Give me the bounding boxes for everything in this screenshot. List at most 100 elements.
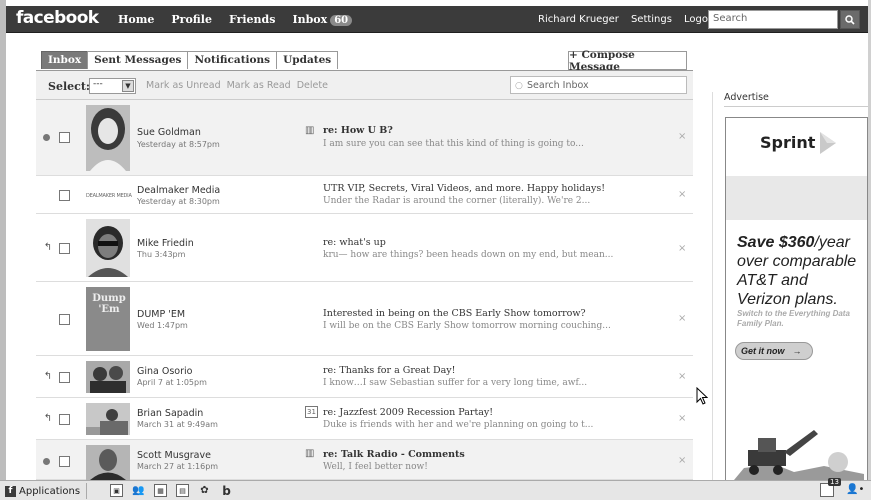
tab-notifications[interactable]: Notifications bbox=[187, 51, 278, 69]
message-row[interactable]: ↰ Brian Sapadin March 31 at 9:49am 31 re… bbox=[36, 398, 693, 440]
message-row[interactable]: DEALMAKER MEDIA Dealmaker Media Yesterda… bbox=[36, 176, 693, 214]
notes-icon[interactable]: ▤ bbox=[176, 484, 189, 497]
ad-headline: Save $360/year over comparable AT&T and … bbox=[737, 233, 865, 309]
delete-link[interactable]: Delete bbox=[297, 80, 328, 91]
avatar[interactable] bbox=[86, 219, 130, 277]
message-row[interactable]: Dump 'Em DUMP 'EM Wed 1:47pm Interested … bbox=[36, 282, 693, 356]
message-time: March 27 at 1:16pm bbox=[137, 462, 219, 471]
app-b-icon[interactable]: b bbox=[220, 484, 233, 498]
message-checkbox[interactable] bbox=[59, 314, 70, 325]
delete-message-icon[interactable]: × bbox=[678, 189, 686, 200]
message-subject[interactable]: re: How U B? bbox=[323, 125, 393, 136]
facebook-logo[interactable]: facebook bbox=[16, 8, 99, 28]
search-icon bbox=[845, 14, 855, 25]
select-dropdown[interactable]: --- ▼ bbox=[89, 78, 136, 94]
message-time: April 7 at 1:05pm bbox=[137, 378, 207, 387]
avatar[interactable] bbox=[86, 105, 130, 171]
gifts-icon[interactable]: ✿ bbox=[198, 484, 211, 497]
sprint-advertisement[interactable]: Sprint Save $360/year over comparable AT… bbox=[725, 117, 868, 481]
delete-message-icon[interactable]: × bbox=[678, 313, 686, 324]
online-friends-icon[interactable]: 👤• bbox=[846, 484, 864, 495]
message-row[interactable]: Sue Goldman Yesterday at 8:57pm ▥ re: Ho… bbox=[36, 100, 693, 176]
message-preview: I know…I saw Sebastian suffer for a very… bbox=[323, 378, 588, 388]
ad-cta-button[interactable]: Get it now → bbox=[735, 342, 813, 360]
user-name-link[interactable]: Richard Krueger bbox=[538, 14, 619, 25]
compose-message-button[interactable]: + Compose Message bbox=[568, 49, 687, 73]
groups-icon[interactable]: 👥 bbox=[132, 484, 145, 497]
account-links: Richard Krueger Settings Logout bbox=[538, 14, 718, 25]
delete-message-icon[interactable]: × bbox=[678, 413, 686, 424]
message-row[interactable]: ↰ Mike Friedin Thu 3:43pm re: what's up … bbox=[36, 214, 693, 282]
avatar-photo bbox=[86, 105, 130, 171]
top-navigation-bar: facebook Home Profile Friends Inbox 60 Ri… bbox=[6, 6, 868, 33]
bottom-chat-bar: f Applications ▣ 👥 ▦ ▤ ✿ b 13 👤• bbox=[0, 478, 871, 500]
avatar[interactable] bbox=[86, 361, 130, 393]
select-label: Select: bbox=[48, 80, 90, 93]
delete-message-icon[interactable]: × bbox=[678, 131, 686, 142]
mark-read-link[interactable]: Mark as Read bbox=[227, 80, 291, 91]
message-subject[interactable]: re: Jazzfest 2009 Recession Partay! bbox=[323, 407, 493, 418]
avatar-photo bbox=[86, 445, 130, 480]
nav-profile[interactable]: Profile bbox=[171, 13, 212, 26]
message-subject[interactable]: re: Talk Radio - Comments bbox=[323, 449, 465, 460]
delete-message-icon[interactable]: × bbox=[678, 455, 686, 466]
sender-name[interactable]: Sue Goldman bbox=[137, 127, 201, 138]
nav-friends[interactable]: Friends bbox=[229, 13, 275, 26]
reply-arrow-icon: ↰ bbox=[43, 242, 53, 253]
nav-home[interactable]: Home bbox=[118, 13, 154, 26]
settings-link[interactable]: Settings bbox=[631, 14, 672, 25]
message-subject[interactable]: Interested in being on the CBS Early Sho… bbox=[323, 308, 586, 319]
avatar-photo bbox=[86, 219, 130, 277]
ad-brand-name: Sprint bbox=[760, 133, 816, 152]
tab-inbox[interactable]: Inbox bbox=[41, 51, 89, 69]
calendar-icon: 31 bbox=[305, 406, 318, 418]
global-search-input[interactable]: Search bbox=[708, 10, 838, 29]
avatar-photo bbox=[86, 361, 130, 393]
message-checkbox[interactable] bbox=[59, 372, 70, 383]
nav-inbox[interactable]: Inbox 60 bbox=[292, 13, 353, 26]
inbox-search-input[interactable]: ○ Search Inbox bbox=[510, 76, 687, 94]
message-checkbox[interactable] bbox=[59, 456, 70, 467]
message-subject[interactable]: re: what's up bbox=[323, 237, 386, 248]
event-icon: ▥ bbox=[305, 125, 315, 136]
ad-headline-bold: Save $360 bbox=[737, 234, 815, 251]
bulk-actions: Mark as Unread Mark as Read Delete bbox=[146, 80, 328, 91]
advertise-link[interactable]: Advertise bbox=[724, 92, 868, 107]
sender-name[interactable]: Brian Sapadin bbox=[137, 408, 203, 419]
message-subject[interactable]: UTR VIP, Secrets, Viral Videos, and more… bbox=[323, 183, 605, 194]
message-preview: Well, I feel better now! bbox=[323, 462, 428, 472]
mark-unread-link[interactable]: Mark as Unread bbox=[146, 80, 221, 91]
search-button[interactable] bbox=[840, 10, 860, 29]
sender-name[interactable]: Scott Musgrave bbox=[137, 450, 211, 461]
message-subject[interactable]: re: Thanks for a Great Day! bbox=[323, 365, 455, 376]
events-icon[interactable]: ▦ bbox=[154, 484, 167, 497]
message-time: March 31 at 9:49am bbox=[137, 420, 218, 429]
delete-message-icon[interactable]: × bbox=[678, 371, 686, 382]
message-row[interactable]: ↰ Gina Osorio April 7 at 1:05pm re: Than… bbox=[36, 356, 693, 398]
mouse-cursor-icon bbox=[696, 387, 708, 405]
sender-name[interactable]: DUMP 'EM bbox=[137, 309, 185, 320]
arrow-right-icon: → bbox=[792, 346, 802, 356]
sender-name[interactable]: Gina Osorio bbox=[137, 366, 192, 377]
delete-message-icon[interactable]: × bbox=[678, 243, 686, 254]
avatar[interactable] bbox=[86, 403, 130, 435]
message-preview: Duke is friends with her and we're plann… bbox=[323, 420, 594, 430]
sender-name[interactable]: Mike Friedin bbox=[137, 238, 194, 249]
applications-menu[interactable]: f Applications bbox=[5, 483, 88, 499]
avatar[interactable] bbox=[86, 445, 130, 480]
sender-name[interactable]: Dealmaker Media bbox=[137, 185, 220, 196]
photos-icon[interactable]: ▣ bbox=[110, 484, 123, 497]
tab-updates[interactable]: Updates bbox=[276, 51, 339, 69]
message-checkbox[interactable] bbox=[59, 414, 70, 425]
message-row[interactable]: Scott Musgrave March 27 at 1:16pm ▥ re: … bbox=[36, 440, 693, 480]
inbox-search-placeholder: Search Inbox bbox=[527, 80, 589, 91]
message-checkbox[interactable] bbox=[59, 243, 70, 254]
message-time: Wed 1:47pm bbox=[137, 321, 188, 330]
message-checkbox[interactable] bbox=[59, 132, 70, 143]
message-checkbox[interactable] bbox=[59, 190, 70, 201]
main-nav: Home Profile Friends Inbox 60 bbox=[118, 13, 353, 26]
book-cover-thumbnail[interactable]: Dump 'Em bbox=[86, 287, 130, 351]
tab-sent-messages[interactable]: Sent Messages bbox=[87, 51, 189, 69]
message-preview: Under the Radar is around the corner (li… bbox=[323, 196, 591, 206]
inbox-tabs: Inbox Sent Messages Notifications Update… bbox=[41, 51, 339, 69]
